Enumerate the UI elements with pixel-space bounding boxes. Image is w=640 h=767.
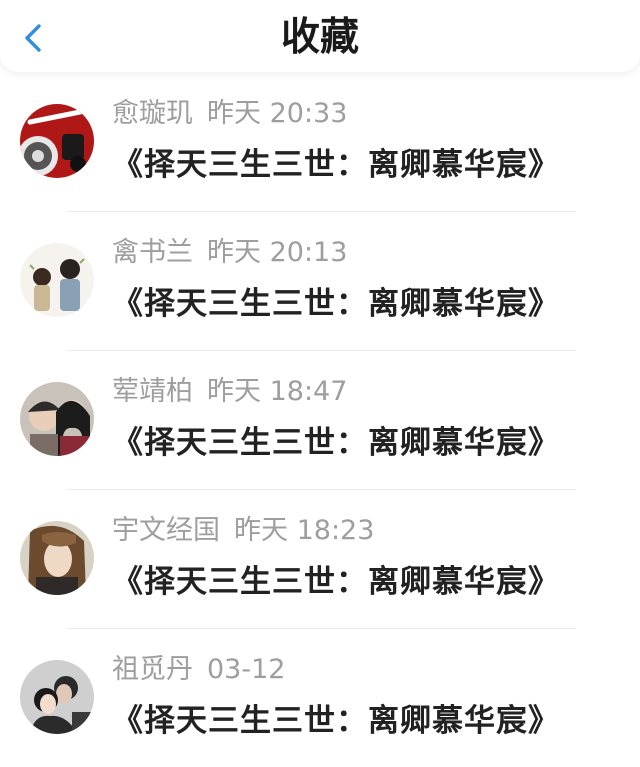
user-name: 愈璇玑: [112, 98, 193, 129]
timestamp: 昨天 20:33: [207, 98, 348, 129]
favorite-text: 《择天三生三世：离卿慕华宸》: [112, 425, 560, 461]
list-item[interactable]: 禽书兰 昨天 20:13 《择天三生三世：离卿慕华宸》: [0, 211, 640, 350]
item-meta: 愈璇玑 昨天 20:33: [112, 96, 347, 132]
avatar[interactable]: [20, 660, 94, 734]
top-nav-bar: 收藏: [0, 0, 640, 72]
item-meta: 禽书兰 昨天 20:13: [112, 235, 347, 271]
list-item[interactable]: 荤靖柏 昨天 18:47 《择天三生三世：离卿慕华宸》: [0, 350, 640, 489]
timestamp: 昨天 18:47: [207, 376, 348, 407]
avatar[interactable]: [20, 243, 94, 317]
user-name: 宇文经国: [112, 515, 220, 546]
avatar[interactable]: [20, 521, 94, 595]
user-name: 禽书兰: [112, 237, 193, 268]
timestamp: 昨天 20:13: [207, 237, 348, 268]
list-item[interactable]: 宇文经国 昨天 18:23 《择天三生三世：离卿慕华宸》: [0, 489, 640, 628]
timestamp: 03-12: [207, 654, 286, 685]
avatar[interactable]: [20, 104, 94, 178]
page-title: 收藏: [280, 15, 359, 60]
item-meta: 祖觅丹 03-12: [112, 652, 285, 688]
list-item[interactable]: 愈璇玑 昨天 20:33 《择天三生三世：离卿慕华宸》: [0, 72, 640, 211]
favorite-text: 《择天三生三世：离卿慕华宸》: [112, 147, 560, 183]
item-meta: 宇文经国 昨天 18:23: [112, 513, 374, 549]
user-name: 荤靖柏: [112, 376, 193, 407]
favorite-text: 《择天三生三世：离卿慕华宸》: [112, 564, 560, 600]
avatar[interactable]: [20, 382, 94, 456]
user-name: 祖觅丹: [112, 654, 193, 685]
item-meta: 荤靖柏 昨天 18:47: [112, 374, 347, 410]
timestamp: 昨天 18:23: [234, 515, 375, 546]
list-item[interactable]: 祖觅丹 03-12 《择天三生三世：离卿慕华宸》: [0, 628, 640, 767]
favorite-text: 《择天三生三世：离卿慕华宸》: [112, 286, 560, 322]
favorite-text: 《择天三生三世：离卿慕华宸》: [112, 703, 560, 739]
